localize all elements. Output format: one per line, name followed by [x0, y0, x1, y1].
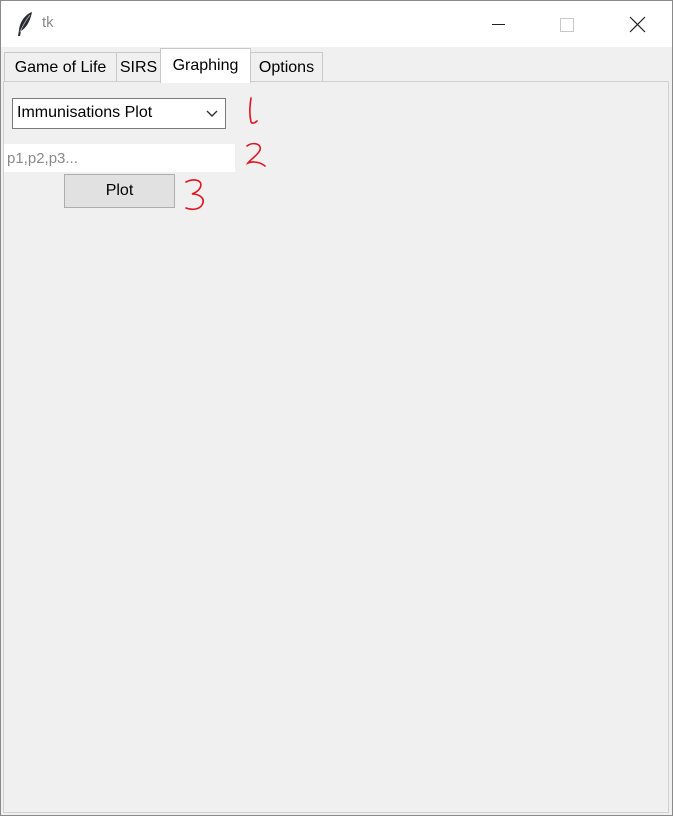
tab-options[interactable]: Options: [250, 52, 323, 82]
close-button[interactable]: [614, 1, 660, 47]
graphing-panel: Immunisations Plot Plot: [3, 81, 669, 813]
tab-label: Graphing: [172, 57, 239, 74]
annotation-mark-2: [245, 142, 266, 167]
title-bar[interactable]: tk: [1, 1, 672, 47]
close-icon: [629, 16, 646, 33]
annotation-mark-1: [249, 97, 258, 124]
annotation-mark-3: [185, 179, 204, 211]
tab-label: SIRS: [119, 59, 158, 76]
feather-icon: [18, 12, 32, 36]
window-title: tk: [42, 14, 54, 31]
tab-graphing[interactable]: Graphing: [160, 48, 251, 83]
plot-button[interactable]: Plot: [64, 174, 175, 208]
tab-label: Options: [258, 59, 315, 76]
plot-type-selected: Immunisations Plot: [17, 104, 153, 121]
tab-label: Game of Life: [14, 59, 107, 76]
minimize-icon: [492, 24, 505, 25]
minimize-button[interactable]: [475, 1, 521, 47]
maximize-button[interactable]: [543, 1, 589, 47]
tab-game-of-life[interactable]: Game of Life: [4, 52, 117, 82]
maximize-icon: [560, 18, 574, 32]
params-input[interactable]: [4, 144, 235, 172]
plot-type-dropdown[interactable]: Immunisations Plot: [12, 98, 226, 129]
chevron-down-icon[interactable]: [205, 108, 219, 120]
tab-sirs[interactable]: SIRS: [116, 52, 161, 82]
app-window: tk Game of Life SIRS Graphing Options Im…: [0, 0, 673, 816]
